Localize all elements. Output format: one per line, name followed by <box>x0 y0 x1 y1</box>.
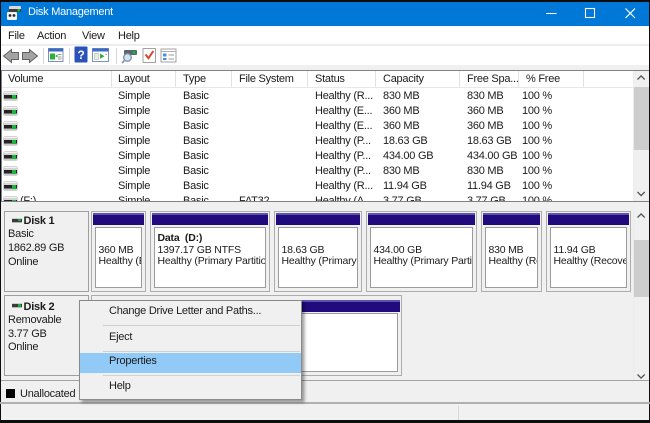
svg-text:?: ? <box>77 48 84 62</box>
